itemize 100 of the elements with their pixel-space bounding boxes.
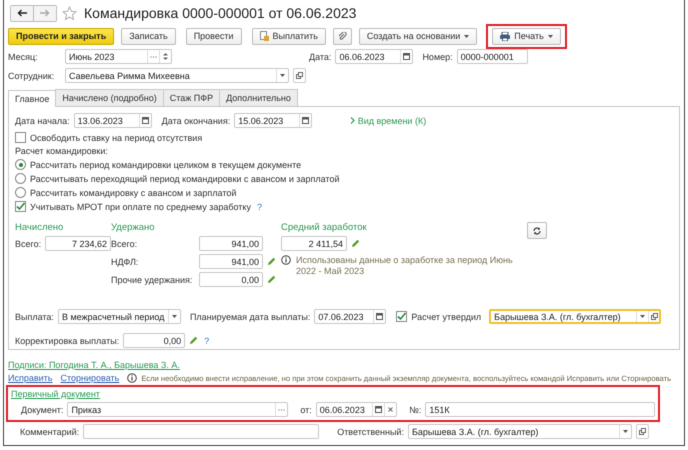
section-title: Средний заработок	[281, 222, 368, 233]
back-button[interactable]	[11, 6, 33, 20]
checkbox[interactable]	[396, 311, 408, 322]
document-label: Документ:	[21, 404, 64, 414]
create-based-on-button[interactable]: Создать на основании	[358, 28, 478, 44]
number-label: №:	[409, 404, 422, 414]
refresh-button[interactable]	[527, 222, 547, 239]
number-label: Номер:	[422, 52, 453, 62]
comment-field[interactable]	[83, 424, 320, 439]
help-link[interactable]: ?	[204, 336, 210, 346]
info-icon	[281, 255, 291, 265]
window-title: Командировка 0000-000001 от 06.06.2023	[84, 5, 356, 21]
payment-field[interactable]: В межрасчетный период	[58, 309, 181, 324]
withheld-field[interactable]: 941,00	[199, 254, 263, 269]
document-field[interactable]: Приказ	[67, 402, 288, 417]
chevron-icon	[350, 116, 356, 124]
info-note: Использованы данные о заработке за период Июнь 2022 - Май 2023	[296, 255, 514, 278]
open-button[interactable]	[636, 424, 649, 439]
caret-icon	[622, 430, 628, 433]
withheld-label: НДФЛ:	[111, 256, 140, 266]
calculation-option[interactable]: Рассчитывать переходящий период командировки с авансом и зарплатой	[30, 174, 340, 184]
pencil-icon[interactable]	[267, 275, 276, 284]
checkbox[interactable]	[15, 201, 26, 212]
employee-field[interactable]: Савельева Римма Михеевна	[65, 68, 289, 83]
tab[interactable]: Главное	[8, 90, 56, 107]
post-button[interactable]: Провести	[186, 28, 242, 44]
responsible-field[interactable]: Барышева З.А. (гл. бухгалтер)	[408, 424, 632, 439]
date-label: Дата:	[309, 52, 332, 62]
dropdown-button[interactable]	[276, 69, 288, 82]
pencil-icon[interactable]	[267, 257, 276, 266]
caret-icon	[172, 315, 177, 318]
mrot-label: Учитывать МРОТ при оплате по среднему заработку	[30, 202, 251, 212]
tab[interactable]: Дополнительно	[219, 89, 298, 106]
end-date-field[interactable]: 15.06.2023	[234, 113, 312, 128]
paperclip-icon	[338, 32, 347, 40]
spinner-button[interactable]	[159, 50, 171, 63]
info-icon	[127, 373, 138, 383]
help-link[interactable]: ?	[256, 202, 262, 212]
calculation-option[interactable]: Рассчитать командировку с авансом и зарплатой	[30, 188, 236, 198]
document-number-field[interactable]: 151К	[425, 402, 655, 417]
dropdown-button[interactable]	[168, 310, 180, 323]
refresh-icon	[533, 226, 541, 234]
section-title: Удержано	[111, 222, 156, 233]
section-title: Начислено	[15, 222, 64, 233]
average-earnings-field[interactable]: 2 411,54	[281, 236, 347, 251]
from-label: от:	[300, 404, 312, 414]
tab[interactable]: Начислено (подробно)	[55, 89, 164, 106]
tab[interactable]: Стаж ПФР	[162, 89, 220, 106]
calendar-button[interactable]	[372, 403, 384, 416]
month-field[interactable]: Июнь 2023	[65, 49, 172, 64]
post-close-button[interactable]: Провести и закрыть	[8, 28, 114, 44]
correction-link[interactable]: Исправить	[8, 373, 52, 383]
document-date-field[interactable]: 06.06.2023	[316, 402, 398, 417]
calendar-button[interactable]	[400, 50, 412, 63]
calendar-button[interactable]	[299, 114, 312, 127]
radio-button[interactable]	[15, 173, 26, 184]
calendar-button[interactable]	[373, 310, 386, 323]
calculation-option[interactable]: Рассчитать период командировки целиком в текущем документе	[30, 160, 302, 170]
responsible-label: Ответственный:	[337, 426, 404, 436]
time-kind-link[interactable]: Вид времени (К)	[350, 116, 426, 126]
dropdown-button[interactable]	[618, 425, 631, 438]
calendar-icon	[376, 313, 384, 320]
correction-label: Корректировка выплаты:	[15, 336, 120, 346]
attach-button[interactable]	[332, 28, 352, 44]
radio-button[interactable]	[15, 187, 26, 198]
correction-field[interactable]: 0,00	[123, 333, 186, 348]
withheld-field[interactable]: 941,00	[199, 236, 263, 251]
save-button[interactable]: Записать	[121, 28, 176, 44]
calendar-button[interactable]	[138, 114, 151, 127]
open-button[interactable]	[648, 311, 660, 322]
accrued-total-field[interactable]: 7 234,62	[45, 236, 111, 251]
date-field[interactable]: 06.06.2023	[335, 49, 414, 64]
radio-button[interactable]	[15, 159, 26, 170]
up-down-icon	[163, 52, 168, 61]
printer-icon	[500, 32, 510, 40]
caret-icon	[548, 34, 553, 38]
signatures-link[interactable]: Подписи: Погодина Т. А., Барышева З. А.	[8, 360, 180, 370]
total-label: Всего:	[15, 238, 42, 248]
primary-document-link[interactable]: Первичный документ	[11, 389, 100, 399]
approved-by-field[interactable]: Барышева З.А. (гл. бухгалтер)	[489, 309, 662, 324]
pay-button[interactable]: Выплатить	[252, 28, 326, 44]
calendar-icon	[142, 117, 149, 124]
planned-date-field[interactable]: 07.06.2023	[314, 309, 386, 324]
print-button[interactable]: Печать	[492, 28, 561, 44]
star-icon[interactable]	[62, 6, 77, 20]
start-date-field[interactable]: 13.06.2023	[74, 113, 152, 128]
planned-date-label: Планируемая дата выплаты:	[190, 312, 310, 322]
open-button[interactable]	[293, 68, 306, 83]
caret-icon	[464, 34, 470, 38]
pencil-icon[interactable]	[351, 239, 360, 248]
document-icon	[260, 31, 269, 41]
withheld-field[interactable]: 0,00	[199, 272, 263, 287]
open-window-icon	[650, 313, 658, 320]
employee-label: Сотрудник:	[8, 70, 56, 80]
withheld-label: Прочие удержания:	[111, 274, 194, 284]
number-field[interactable]: 0000-000001	[456, 49, 528, 64]
checkbox[interactable]	[15, 132, 26, 143]
payment-label: Выплата:	[15, 312, 54, 322]
pencil-icon[interactable]	[189, 336, 198, 345]
correction-link[interactable]: Сторнировать	[60, 373, 120, 383]
